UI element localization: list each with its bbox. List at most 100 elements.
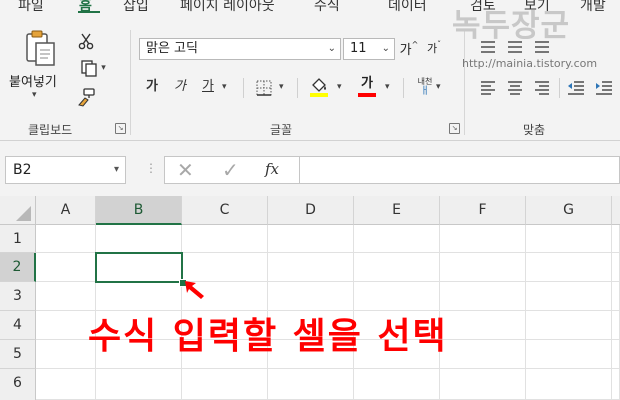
cell-partial4[interactable]: [612, 311, 620, 340]
italic-button[interactable]: 가: [172, 77, 188, 97]
cell-b6[interactable]: [96, 369, 182, 400]
cell-c1[interactable]: [182, 225, 268, 253]
column-header-c[interactable]: C: [182, 196, 268, 225]
align-left-button[interactable]: [478, 79, 498, 97]
cell-partial2[interactable]: [612, 253, 620, 282]
cancel-icon[interactable]: ✕: [177, 158, 194, 182]
font-name-chevron-down-icon: ⌄: [327, 43, 336, 54]
paste-label[interactable]: 붙여넣기: [9, 71, 57, 90]
column-header-g[interactable]: G: [526, 196, 612, 225]
enter-check-icon[interactable]: ✓: [222, 158, 239, 182]
name-box[interactable]: B2 ▾: [5, 156, 126, 184]
name-box-value: B2: [13, 162, 32, 178]
paste-button[interactable]: [22, 28, 58, 68]
cell-f1[interactable]: [440, 225, 526, 253]
align-right-button[interactable]: [532, 79, 552, 97]
font-color-button[interactable]: 가: [356, 76, 378, 98]
active-cell-b2[interactable]: [95, 252, 183, 283]
tab-page-layout[interactable]: 페이지 레이아웃: [180, 0, 275, 15]
cell-g1[interactable]: [526, 225, 612, 253]
cell-f4[interactable]: [440, 311, 526, 340]
row-header-1[interactable]: 1: [0, 225, 36, 253]
cell-f2[interactable]: [440, 253, 526, 282]
formula-bar-buttons: ✕ ✓ fx: [164, 156, 300, 184]
select-all-button[interactable]: [0, 196, 36, 225]
fill-color-chevron-icon[interactable]: ▾: [337, 82, 342, 92]
pointer-arrow-icon: [185, 281, 204, 299]
underline-chevron-icon[interactable]: ▾: [222, 82, 227, 92]
alignment-group-label: 맞춤: [523, 123, 546, 137]
cell-e2[interactable]: [354, 253, 440, 282]
phonetic-chevron-icon[interactable]: ▾: [436, 82, 441, 92]
cut-button[interactable]: [76, 31, 96, 51]
cell-a4[interactable]: [36, 311, 96, 340]
fill-color-button[interactable]: [308, 76, 330, 98]
increase-indent-button[interactable]: [594, 79, 614, 97]
paintbrush-icon: [78, 88, 95, 107]
underline-button[interactable]: 가: [200, 77, 216, 97]
align-center-icon: [508, 81, 522, 95]
cell-g5[interactable]: [526, 340, 612, 369]
annotation-text: 수식 입력할 셀을 선택: [88, 316, 448, 357]
decrease-indent-button[interactable]: [566, 79, 586, 97]
row-header-2[interactable]: 2: [0, 253, 36, 282]
row-header-4[interactable]: 4: [0, 311, 36, 340]
column-header-e[interactable]: E: [354, 196, 440, 225]
cell-f3[interactable]: [440, 282, 526, 311]
cell-e1[interactable]: [354, 225, 440, 253]
cell-b1[interactable]: [96, 225, 182, 253]
borders-chevron-icon[interactable]: ▾: [279, 82, 284, 92]
clipboard-dialog-launcher-icon[interactable]: ↘: [115, 123, 126, 134]
cell-d2[interactable]: [268, 253, 354, 282]
row-header-3[interactable]: 3: [0, 282, 36, 311]
cell-d1[interactable]: [268, 225, 354, 253]
paste-dropdown-chevron-icon[interactable]: ▾: [32, 90, 37, 100]
formula-input[interactable]: [300, 156, 620, 184]
tab-formulas[interactable]: 수식: [314, 0, 340, 15]
tab-file[interactable]: 파일: [18, 0, 44, 15]
cell-g6[interactable]: [526, 369, 612, 400]
cell-a5[interactable]: [36, 340, 96, 369]
font-dialog-launcher-icon[interactable]: ↘: [449, 123, 460, 134]
tab-developer[interactable]: 개발: [580, 0, 606, 15]
cell-partial5[interactable]: [612, 340, 620, 369]
cell-c6[interactable]: [182, 369, 268, 400]
cell-partial1[interactable]: [612, 225, 620, 253]
cell-partial3[interactable]: [612, 282, 620, 311]
row-header-5[interactable]: 5: [0, 340, 36, 369]
name-box-chevron-down-icon[interactable]: ▾: [114, 157, 119, 183]
cell-g3[interactable]: [526, 282, 612, 311]
cell-a6[interactable]: [36, 369, 96, 400]
row-header-6[interactable]: 6: [0, 369, 36, 400]
column-header-f[interactable]: F: [440, 196, 526, 225]
font-name-combo[interactable]: 맑은 고딕 ⌄: [139, 38, 341, 60]
column-header-a[interactable]: A: [36, 196, 96, 225]
cell-e6[interactable]: [354, 369, 440, 400]
cell-g4[interactable]: [526, 311, 612, 340]
cell-a2[interactable]: [36, 253, 96, 282]
borders-button[interactable]: [254, 78, 274, 98]
insert-function-button[interactable]: fx: [265, 160, 279, 178]
paint-bucket-icon: [310, 78, 328, 97]
font-color-chevron-icon[interactable]: ▾: [385, 82, 390, 92]
tab-data[interactable]: 데이터: [388, 0, 427, 15]
cell-c2[interactable]: [182, 253, 268, 282]
copy-button[interactable]: ▾: [76, 58, 110, 78]
format-painter-button[interactable]: [76, 86, 96, 108]
formula-bar-grip-icon[interactable]: ⋮: [145, 161, 157, 175]
column-header-d[interactable]: D: [268, 196, 354, 225]
bold-button[interactable]: 가: [144, 77, 160, 97]
column-header-b[interactable]: B: [96, 196, 182, 225]
cell-f5[interactable]: [440, 340, 526, 369]
grow-font-button[interactable]: 가 ^: [399, 38, 419, 58]
shrink-font-button[interactable]: 가ˇ: [424, 38, 444, 58]
cell-partial6[interactable]: [612, 369, 620, 400]
cell-g2[interactable]: [526, 253, 612, 282]
font-size-combo[interactable]: 11 ⌄: [343, 38, 395, 60]
cell-a3[interactable]: [36, 282, 96, 311]
align-center-button[interactable]: [505, 79, 525, 97]
cell-a1[interactable]: [36, 225, 96, 253]
cell-d6[interactable]: [268, 369, 354, 400]
tab-insert[interactable]: 삽입: [123, 0, 149, 15]
cell-f6[interactable]: [440, 369, 526, 400]
